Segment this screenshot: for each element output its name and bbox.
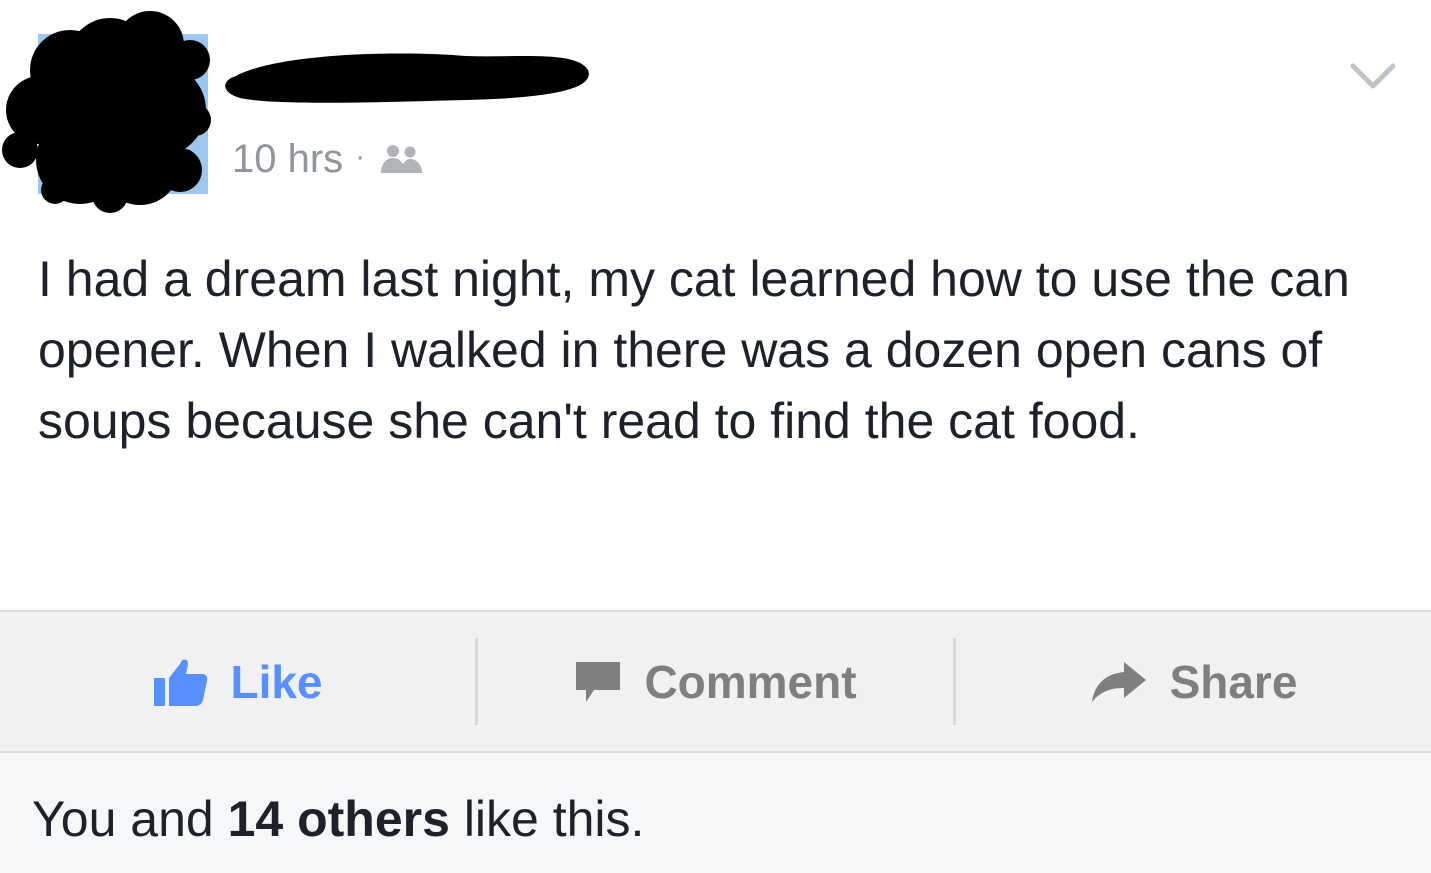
- likes-suffix: like this.: [449, 791, 645, 847]
- likes-summary[interactable]: You and 14 others like this.: [32, 790, 644, 848]
- facebook-post: 10 hrs · I had a dream last night, my ca…: [0, 0, 1431, 873]
- author-name-redacted[interactable]: [216, 40, 596, 110]
- post-text: I had a dream last night, my cat learned…: [38, 251, 1350, 449]
- avatar[interactable]: [0, 0, 220, 220]
- post-meta: 10 hrs ·: [232, 134, 425, 184]
- post-timestamp[interactable]: 10 hrs: [232, 137, 343, 182]
- meta-separator: ·: [355, 140, 366, 173]
- comment-button[interactable]: Comment: [478, 612, 953, 751]
- action-bar: Like Comment Share: [0, 610, 1431, 753]
- share-button[interactable]: Share: [956, 612, 1431, 751]
- likes-count[interactable]: 14 others: [228, 791, 450, 847]
- like-button[interactable]: Like: [0, 612, 475, 751]
- share-label: Share: [1169, 655, 1298, 708]
- share-arrow-icon: [1090, 660, 1148, 704]
- likes-prefix: You and: [32, 791, 228, 847]
- comment-label: Comment: [644, 655, 857, 708]
- friends-icon[interactable]: [379, 143, 425, 175]
- chevron-down-icon[interactable]: [1349, 58, 1397, 94]
- avatar-redaction: [2, 11, 211, 213]
- thumbs-up-icon: [152, 656, 208, 708]
- like-label: Like: [230, 655, 323, 708]
- speech-bubble-icon: [574, 658, 622, 706]
